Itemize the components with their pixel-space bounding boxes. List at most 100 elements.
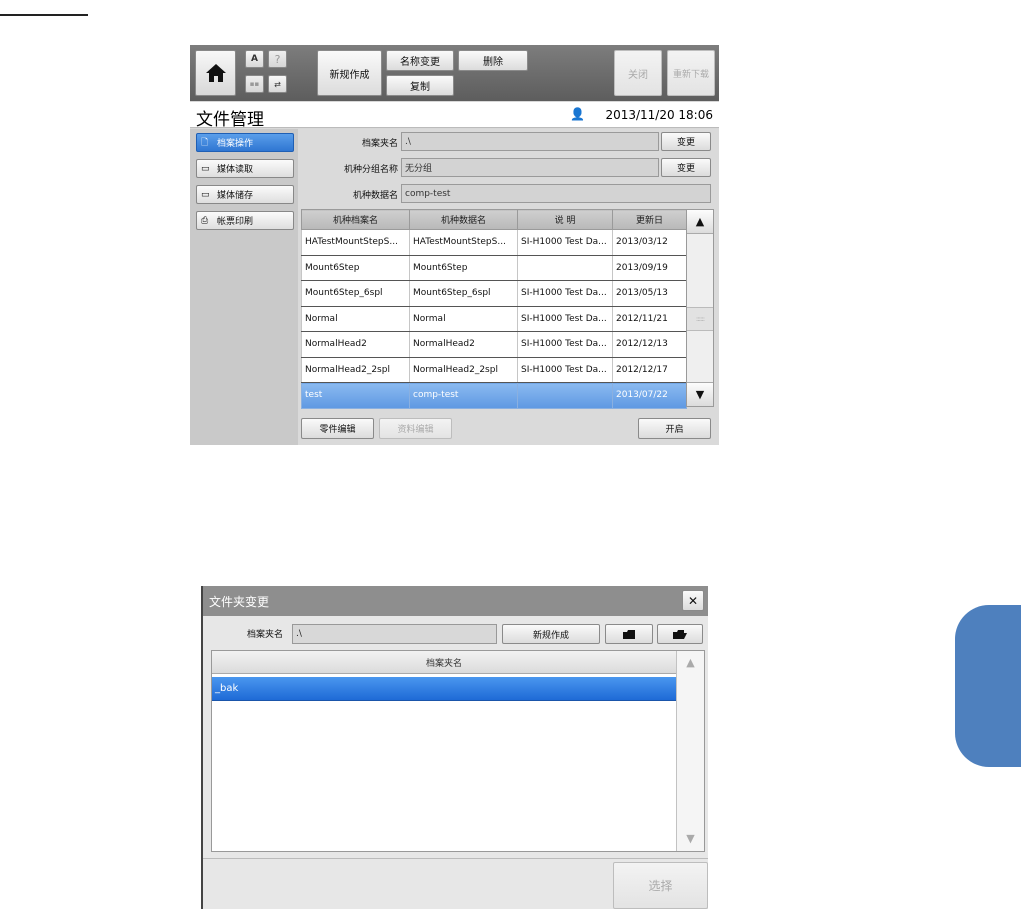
help-button[interactable]: ? <box>268 50 287 68</box>
table-cell: NormalHead2 <box>409 331 518 358</box>
datetime: 2013/11/20 18:06 <box>605 108 713 122</box>
sidebar-item-label: 媒体读取 <box>217 165 254 175</box>
table-cell: 2012/12/17 <box>612 356 687 383</box>
delete-button[interactable]: 删除 <box>458 50 528 71</box>
table-header-row: 机种档案名 机种数据名 说 明 更新日 <box>301 209 687 230</box>
scroll-down-button[interactable]: ▼ <box>677 827 704 849</box>
house-icon <box>205 64 226 82</box>
folder-open-icon <box>673 629 687 639</box>
sidebar-item-file-ops[interactable]: 🗋 档案操作 <box>196 133 294 152</box>
table-cell: Mount6Step_6spl <box>301 280 410 307</box>
group-field: 无分组 <box>401 158 659 177</box>
dialog-title: 文件夹变更 <box>209 595 270 609</box>
folder-list-header: 档案夹名 <box>212 651 676 674</box>
close-icon: ✕ <box>687 593 699 608</box>
parts-edit-button[interactable]: 零件编辑 <box>301 418 374 439</box>
table-cell: SI-H1000 Test Da... <box>517 280 613 307</box>
sidebar-item-print[interactable]: ⎙ 帐票印刷 <box>196 211 294 230</box>
table-row[interactable]: NormalHead2 NormalHead2 SI-H1000 Test Da… <box>301 331 687 358</box>
folder-list: 档案夹名 _bak ▲ ▼ <box>211 650 705 852</box>
dialog-title-bar: 文件夹变更 ✕ <box>203 586 708 616</box>
folder-up-button[interactable] <box>605 624 653 644</box>
dialog-close-button[interactable]: ✕ <box>682 590 704 611</box>
close-button[interactable]: 关闭 <box>614 50 662 96</box>
arrow-up-icon: ▲ <box>686 655 695 669</box>
table-cell: 2013/05/13 <box>612 280 687 307</box>
table-row-selected[interactable]: test comp-test 2013/07/22 <box>301 382 687 409</box>
table-cell: Normal <box>409 305 518 332</box>
table-row[interactable]: NormalHead2_2spl NormalHead2_2spl SI-H10… <box>301 356 687 383</box>
folder-open-button[interactable] <box>657 624 703 644</box>
data-edit-button[interactable]: 资料编辑 <box>379 418 452 439</box>
letter-a-icon: A <box>251 54 258 64</box>
header-rule <box>0 14 88 16</box>
table-cell: SI-H1000 Test Da... <box>517 331 613 358</box>
list-item[interactable]: _bak <box>212 677 676 701</box>
file-table: 机种档案名 机种数据名 说 明 更新日 HATestMountStepS... … <box>301 209 687 409</box>
arrow-up-icon: ▲ <box>695 215 705 228</box>
folder-field: .\ <box>401 132 659 151</box>
sidebar-item-media-save[interactable]: ▭ 媒体储存 <box>196 185 294 204</box>
operator-button[interactable]: ▪▪ <box>245 75 264 93</box>
users-icon: ▪▪ <box>249 80 260 88</box>
reload-button[interactable]: 重新下载 <box>667 50 715 96</box>
open-button[interactable]: 开启 <box>638 418 711 439</box>
table-cell: Normal <box>301 305 410 332</box>
folder-change-button[interactable]: 变更 <box>661 132 711 151</box>
printer-icon: ⎙ <box>201 215 209 226</box>
column-header[interactable]: 更新日 <box>612 209 687 230</box>
table-cell: 2012/12/13 <box>612 331 687 358</box>
table-cell: SI-H1000 Test Da... <box>517 356 613 383</box>
folder-list-scrollbar[interactable]: ▲ ▼ <box>676 651 704 851</box>
sidebar-item-media-read[interactable]: ▭ 媒体读取 <box>196 159 294 178</box>
group-change-button[interactable]: 变更 <box>661 158 711 177</box>
data-name-field: comp-test <box>401 184 711 203</box>
dialog-footer: 选择 <box>203 858 708 909</box>
column-header[interactable]: 机种数据名 <box>409 209 518 230</box>
scroll-thumb[interactable]: :::::: <box>687 307 713 331</box>
new-create-button[interactable]: 新规作成 <box>317 50 382 96</box>
network-icon: ⇄ <box>274 79 281 89</box>
folder-up-icon <box>623 629 635 639</box>
table-row[interactable]: HATestMountStepS... HATestMountStepS... … <box>301 229 687 256</box>
table-cell: SI-H1000 Test Da... <box>517 305 613 332</box>
table-cell: HATestMountStepS... <box>301 229 410 256</box>
table-cell: 2013/07/22 <box>612 382 687 409</box>
table-cell: SI-H1000 Test Da... <box>517 229 613 256</box>
question-icon: ? <box>274 52 281 66</box>
column-header[interactable]: 机种档案名 <box>301 209 410 230</box>
page-title: 文件管理 <box>196 110 264 130</box>
folder-label: 档案夹名 <box>361 139 398 149</box>
scroll-up-button[interactable]: ▲ <box>677 651 704 673</box>
sidebar-item-label: 媒体储存 <box>217 191 254 201</box>
file-management-screen: A ? ▪▪ ⇄ 新规作成 名称变更 删除 复制 关闭 重新下载 文件管理 👤 … <box>190 45 719 445</box>
column-header[interactable]: 说 明 <box>517 209 613 230</box>
scroll-down-button[interactable]: ▼ <box>687 382 713 406</box>
rename-button[interactable]: 名称变更 <box>386 50 454 71</box>
arrow-down-icon: ▼ <box>686 831 695 845</box>
dialog-new-create-button[interactable]: 新规作成 <box>502 624 600 644</box>
select-button[interactable]: 选择 <box>613 862 708 909</box>
table-cell <box>517 254 613 281</box>
table-cell: Mount6Step <box>301 254 410 281</box>
folder-change-dialog: 文件夹变更 ✕ 档案夹名 .\ 新规作成 档案夹名 _bak ▲ ▼ 选择 <box>201 586 708 909</box>
scroll-up-button[interactable]: ▲ <box>687 210 713 234</box>
table-scrollbar[interactable]: ▲ :::::: ▼ <box>686 209 714 407</box>
table-cell: NormalHead2 <box>301 331 410 358</box>
table-cell: comp-test <box>409 382 518 409</box>
table-row[interactable]: Mount6Step Mount6Step 2013/09/19 <box>301 254 687 281</box>
media-read-icon: ▭ <box>201 163 210 174</box>
table-row[interactable]: Normal Normal SI-H1000 Test Da... 2012/1… <box>301 305 687 332</box>
file-search-icon: 🗋 <box>201 137 209 148</box>
table-row[interactable]: Mount6Step_6spl Mount6Step_6spl SI-H1000… <box>301 280 687 307</box>
language-button[interactable]: A <box>245 50 264 68</box>
sidebar-item-label: 帐票印刷 <box>217 217 254 227</box>
media-save-icon: ▭ <box>201 189 210 200</box>
copy-button[interactable]: 复制 <box>386 75 454 96</box>
table-cell: test <box>301 382 410 409</box>
sidebar: 🗋 档案操作 ▭ 媒体读取 ▭ 媒体储存 ⎙ 帐票印刷 <box>190 129 298 445</box>
network-button[interactable]: ⇄ <box>268 75 287 93</box>
home-button[interactable] <box>195 50 236 96</box>
dialog-folder-field[interactable]: .\ <box>292 624 497 644</box>
table-cell: NormalHead2_2spl <box>409 356 518 383</box>
